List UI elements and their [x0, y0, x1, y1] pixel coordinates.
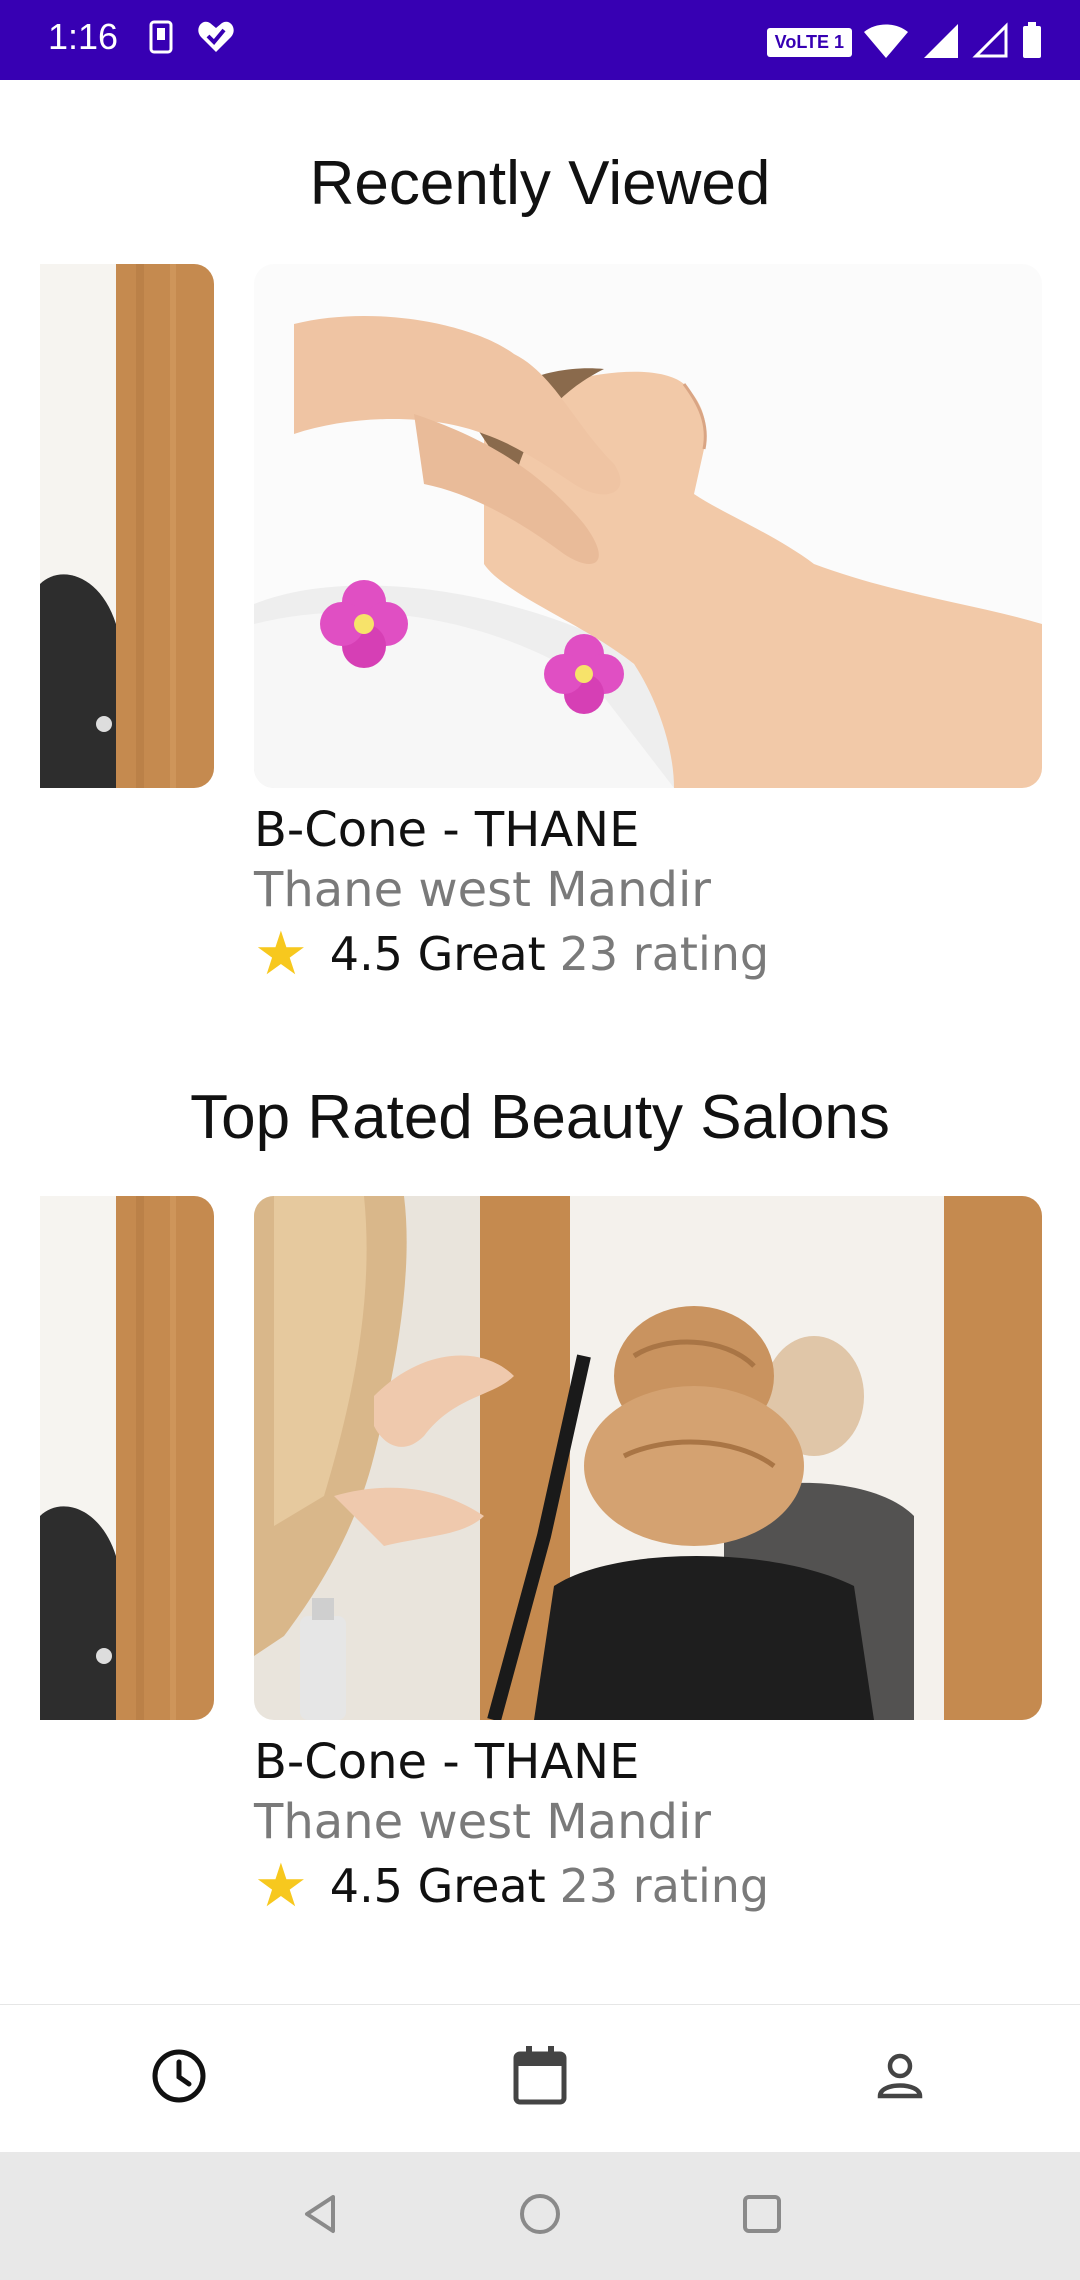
- bottom-navigation: [0, 2004, 1080, 2152]
- status-bar: 1:16 VoLTE 1: [0, 0, 1080, 80]
- nav-profile-button[interactable]: [855, 2033, 945, 2123]
- status-icons-left: [148, 18, 236, 60]
- salon-name: B-Cone - THANE: [254, 802, 640, 858]
- section-title-top-rated: Top Rated Beauty Salons: [190, 1083, 890, 1152]
- rating-row: ★ 4.5 Great 23 rating: [254, 924, 1042, 984]
- section-title-recently-viewed: Recently Viewed: [309, 149, 771, 218]
- star-icon: ★: [254, 1851, 308, 1921]
- sim-icon: [148, 18, 174, 60]
- signal-empty-icon: [970, 20, 1010, 64]
- recents-icon: [739, 2191, 785, 2241]
- recently-viewed-carousel[interactable]: B-Cone - THANE Thane west Mandir ★ 4.5 G…: [0, 264, 1080, 1004]
- calendar-icon: [510, 2044, 570, 2112]
- status-icons-right: VoLTE 1: [766, 20, 1044, 64]
- rating-value: 4.5 Great: [329, 1859, 546, 1913]
- back-icon: [297, 2191, 343, 2241]
- clock-icon: [149, 2046, 209, 2110]
- spa-massage-image: [254, 264, 1042, 788]
- salon-card[interactable]: B-Cone - THANE Thane west Mandir ★ 4.5 G…: [254, 1196, 1042, 1916]
- salon-location: Thane west Mandir: [254, 1794, 712, 1850]
- wifi-icon: [862, 20, 910, 64]
- rating-value: 4.5 Great: [329, 927, 546, 981]
- system-navigation-bar: [0, 2152, 1080, 2280]
- back-button[interactable]: [290, 2186, 350, 2246]
- battery-icon: [1020, 20, 1044, 64]
- status-time: 1:16: [48, 16, 119, 57]
- previous-salon-card[interactable]: [40, 264, 214, 788]
- signal-icon: [920, 20, 960, 64]
- rating-row: ★ 4.5 Great 23 rating: [254, 1856, 1042, 1916]
- nav-recent-button[interactable]: [134, 2033, 224, 2123]
- home-button[interactable]: [510, 2186, 570, 2246]
- home-icon: [517, 2191, 563, 2241]
- star-icon: ★: [254, 919, 308, 989]
- rating-count: 23 rating: [559, 1859, 770, 1913]
- person-icon: [872, 2048, 928, 2108]
- volte-badge: VoLTE 1: [766, 27, 852, 57]
- heart-icon: [196, 18, 236, 60]
- rating-count: 23 rating: [559, 927, 770, 981]
- salon-card[interactable]: B-Cone - THANE Thane west Mandir ★ 4.5 G…: [254, 264, 1042, 984]
- previous-salon-card[interactable]: [40, 1196, 214, 1720]
- hair-styling-image: [254, 1196, 1042, 1720]
- top-rated-carousel[interactable]: B-Cone - THANE Thane west Mandir ★ 4.5 G…: [0, 1196, 1080, 1936]
- salon-name: B-Cone - THANE: [254, 1734, 640, 1790]
- recents-button[interactable]: [732, 2186, 792, 2246]
- salon-location: Thane west Mandir: [254, 862, 712, 918]
- nav-appointments-button[interactable]: [495, 2033, 585, 2123]
